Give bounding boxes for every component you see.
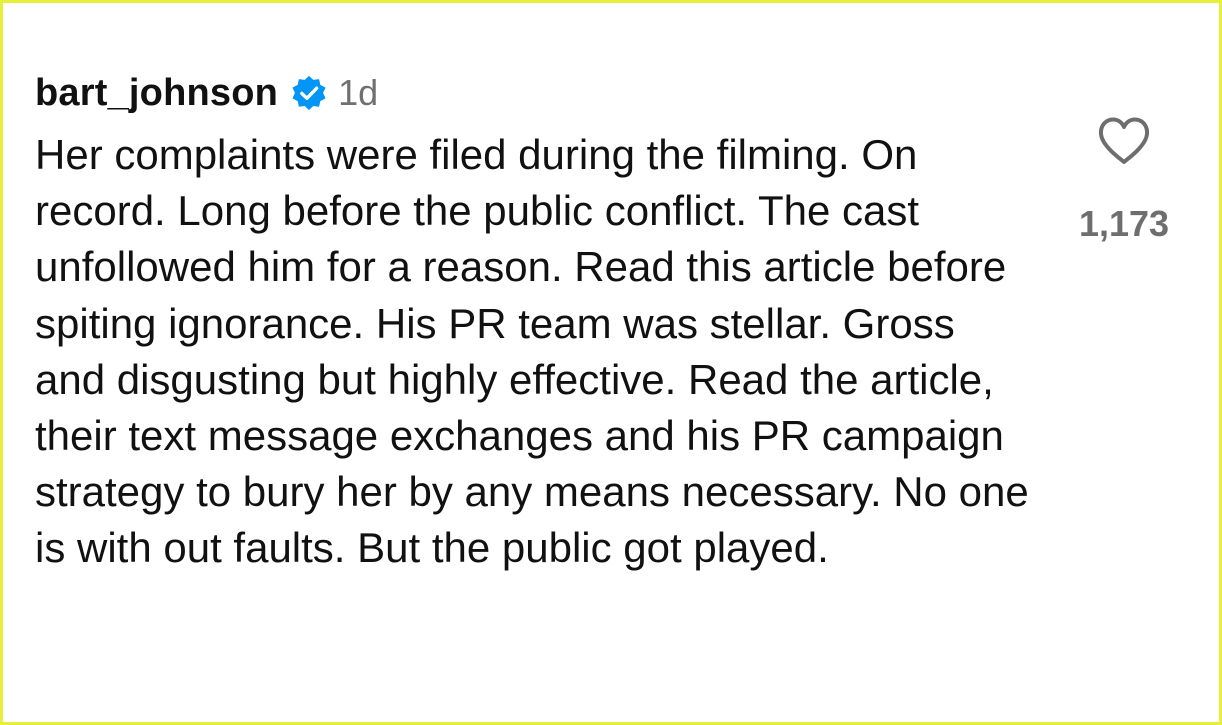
comment: bart_johnson 1d Her complaints were file… (35, 67, 1035, 577)
heart-icon[interactable] (1096, 115, 1152, 167)
like-section: 1,173 (1069, 115, 1179, 245)
comment-timestamp: 1d (338, 72, 379, 113)
comment-frame: bart_johnson 1d Her complaints were file… (0, 0, 1222, 725)
username-link[interactable]: bart_johnson (35, 72, 278, 115)
comment-text: Her complaints were filed during the fil… (35, 131, 1029, 572)
comment-header: bart_johnson 1d (35, 67, 1035, 119)
like-count: 1,173 (1078, 203, 1170, 244)
verified-badge-icon (290, 74, 328, 112)
